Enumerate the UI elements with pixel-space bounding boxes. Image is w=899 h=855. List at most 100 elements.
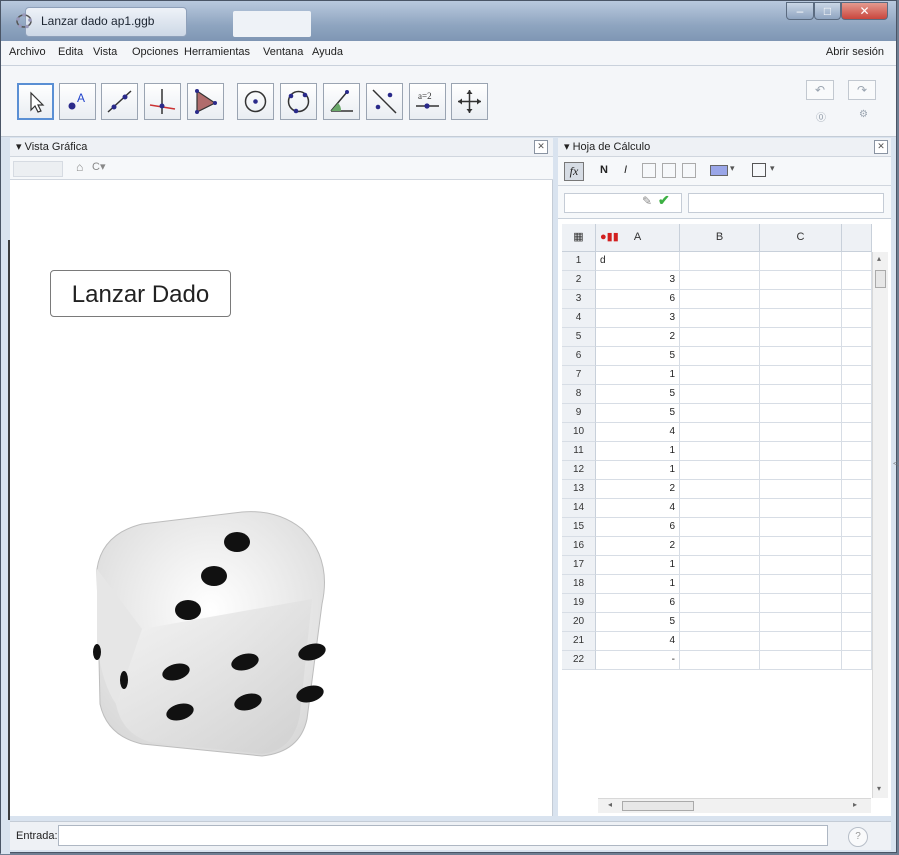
title-bar[interactable]: Lanzar dado ap1.ggb – □ ✕	[1, 1, 896, 41]
cell-a[interactable]: 2	[596, 328, 680, 347]
row-header[interactable]: 19	[562, 594, 596, 613]
cell-a[interactable]: 1	[596, 556, 680, 575]
cell-c[interactable]	[760, 442, 842, 461]
menu-ventana[interactable]: Ventana	[263, 46, 303, 58]
cell-b[interactable]	[680, 575, 760, 594]
redo-button[interactable]: ↷	[848, 80, 876, 100]
cell-c[interactable]	[760, 632, 842, 651]
align-left-icon[interactable]	[642, 163, 656, 178]
cell-d[interactable]	[842, 575, 872, 594]
column-header-b[interactable]: B	[680, 224, 760, 252]
cell-b[interactable]	[680, 613, 760, 632]
cell-d[interactable]	[842, 385, 872, 404]
settings-icon[interactable]: ⚙	[859, 109, 868, 120]
cell-d[interactable]	[842, 518, 872, 537]
cell-c[interactable]	[760, 499, 842, 518]
cell-c[interactable]	[760, 290, 842, 309]
menu-vista[interactable]: Vista	[93, 46, 117, 58]
scroll-thumb[interactable]	[875, 270, 886, 288]
row-header[interactable]: 14	[562, 499, 596, 518]
column-header-a[interactable]: ●▮▮ A	[596, 224, 680, 252]
cell-b[interactable]	[680, 385, 760, 404]
select-all-icon[interactable]: ▦	[562, 224, 596, 252]
cell-d[interactable]	[842, 252, 872, 271]
spreadsheet-header[interactable]: ▾ Hoja de Cálculo ✕	[558, 138, 891, 157]
circle-tool-button[interactable]	[237, 83, 274, 120]
scroll-up-icon[interactable]: ▴	[877, 254, 881, 263]
row-header[interactable]: 22	[562, 651, 596, 670]
cell-c[interactable]	[760, 252, 842, 271]
cell-b[interactable]	[680, 518, 760, 537]
cell-d[interactable]	[842, 613, 872, 632]
cell-b[interactable]	[680, 594, 760, 613]
close-spreadsheet-icon[interactable]: ✕	[874, 140, 888, 154]
border-icon[interactable]	[752, 163, 766, 177]
cell-a[interactable]: 4	[596, 499, 680, 518]
scroll-left-icon[interactable]: ◂	[608, 800, 612, 809]
cell-b[interactable]	[680, 461, 760, 480]
cell-a[interactable]: 1	[596, 442, 680, 461]
cell-c[interactable]	[760, 404, 842, 423]
cell-c[interactable]	[760, 423, 842, 442]
cell-a[interactable]: 6	[596, 518, 680, 537]
cell-d[interactable]	[842, 556, 872, 575]
row-header[interactable]: 16	[562, 537, 596, 556]
row-header[interactable]: 7	[562, 366, 596, 385]
point-tool-button[interactable]: A	[59, 83, 96, 120]
cell-d[interactable]	[842, 271, 872, 290]
cell-d[interactable]	[842, 632, 872, 651]
cell-a[interactable]: d	[596, 252, 680, 271]
help-icon[interactable]: ⓪	[816, 109, 826, 124]
polygon-tool-button[interactable]	[187, 83, 224, 120]
cell-c[interactable]	[760, 575, 842, 594]
cell-d[interactable]	[842, 480, 872, 499]
cell-a[interactable]: 4	[596, 632, 680, 651]
collapse-arrow-icon[interactable]: ◁	[893, 458, 899, 469]
cell-b[interactable]	[680, 290, 760, 309]
row-header[interactable]: 4	[562, 309, 596, 328]
cell-d[interactable]	[842, 347, 872, 366]
cell-a[interactable]: 1	[596, 366, 680, 385]
cell-d[interactable]	[842, 328, 872, 347]
background-color-icon[interactable]	[710, 165, 728, 176]
row-header[interactable]: 10	[562, 423, 596, 442]
cell-b[interactable]	[680, 309, 760, 328]
input-field[interactable]	[58, 825, 828, 846]
row-header[interactable]: 12	[562, 461, 596, 480]
cell-b[interactable]	[680, 556, 760, 575]
row-header[interactable]: 3	[562, 290, 596, 309]
row-header[interactable]: 17	[562, 556, 596, 575]
line-tool-button[interactable]	[101, 83, 138, 120]
cell-d[interactable]	[842, 404, 872, 423]
maximize-button[interactable]: □	[814, 2, 841, 20]
chevron-down-icon[interactable]: ▾	[770, 163, 775, 174]
menu-edita[interactable]: Edita	[58, 46, 83, 58]
align-right-icon[interactable]	[682, 163, 696, 178]
row-header[interactable]: 20	[562, 613, 596, 632]
cell-b[interactable]	[680, 632, 760, 651]
input-help-icon[interactable]: ?	[848, 827, 868, 847]
cell-d[interactable]	[842, 290, 872, 309]
cell-c[interactable]	[760, 613, 842, 632]
row-header[interactable]: 1	[562, 252, 596, 271]
cell-c[interactable]	[760, 518, 842, 537]
italic-button[interactable]: I	[624, 164, 627, 176]
formula-input[interactable]	[688, 193, 884, 213]
cell-c[interactable]	[760, 594, 842, 613]
cell-b[interactable]	[680, 442, 760, 461]
close-button[interactable]: ✕	[841, 2, 888, 20]
cell-d[interactable]	[842, 461, 872, 480]
cell-c[interactable]	[760, 537, 842, 556]
cell-d[interactable]	[842, 366, 872, 385]
cell-b[interactable]	[680, 499, 760, 518]
menu-opciones[interactable]: Opciones	[132, 46, 178, 58]
close-graphics-view-icon[interactable]: ✕	[534, 140, 548, 154]
cell-a[interactable]: 3	[596, 271, 680, 290]
cell-b[interactable]	[680, 651, 760, 670]
row-header[interactable]: 18	[562, 575, 596, 594]
cell-a[interactable]: 4	[596, 423, 680, 442]
cell-c[interactable]	[760, 480, 842, 499]
cell-c[interactable]	[760, 328, 842, 347]
cell-c[interactable]	[760, 556, 842, 575]
cell-d[interactable]	[842, 423, 872, 442]
